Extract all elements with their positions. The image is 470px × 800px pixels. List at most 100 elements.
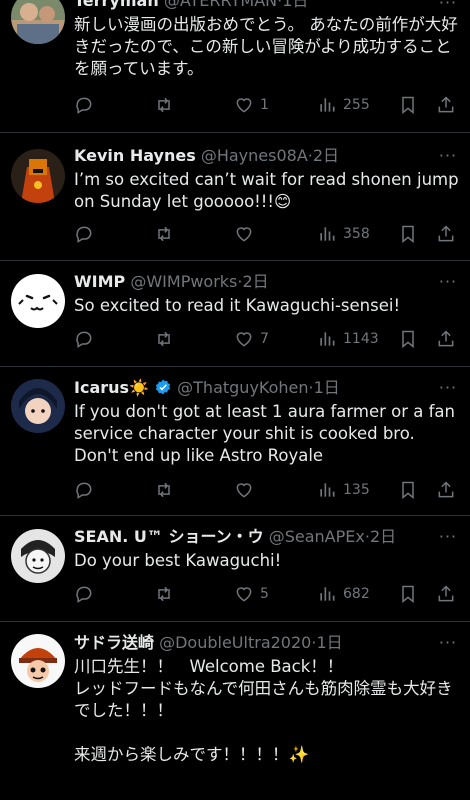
repost-button[interactable]	[154, 222, 180, 246]
view-count: 135	[343, 482, 370, 498]
reply-button[interactable]	[74, 93, 100, 117]
tweet[interactable]: Icarus☀️ @ThatguyKohen·1日 If you don't g…	[0, 367, 470, 516]
timestamp[interactable]: 2日	[313, 146, 339, 165]
share-button[interactable]	[436, 478, 456, 502]
action-bar: 7 1143	[74, 327, 458, 351]
reply-button[interactable]	[74, 327, 100, 351]
bookmark-button[interactable]	[398, 582, 418, 606]
timestamp[interactable]: 2日	[242, 272, 268, 291]
tweet-text: Do your best Kawaguchi!	[74, 551, 282, 570]
reply-button[interactable]	[74, 582, 100, 606]
like-icon	[236, 587, 252, 602]
timestamp[interactable]: 1日	[282, 0, 308, 10]
views-button[interactable]: 358	[317, 222, 370, 246]
tweet-text: 川口先生！！ Welcome Back！！ レッドフードもなんで何田さんも筋肉除…	[74, 657, 453, 764]
repost-icon	[158, 586, 170, 602]
share-button[interactable]	[436, 327, 456, 351]
share-button[interactable]	[436, 582, 456, 606]
repost-button[interactable]	[154, 582, 180, 606]
bookmark-button[interactable]	[398, 93, 418, 117]
views-icon	[320, 587, 335, 601]
like-button[interactable]	[234, 478, 260, 502]
timestamp[interactable]: 2日	[370, 527, 396, 546]
avatar[interactable]	[11, 0, 65, 44]
avatar[interactable]	[11, 274, 65, 328]
bookmark-icon	[402, 585, 414, 604]
more-icon[interactable]: ···	[438, 380, 458, 396]
views-button[interactable]: 1143	[317, 327, 379, 351]
repost-icon	[158, 226, 170, 242]
display-name[interactable]: Kevin Haynes	[74, 146, 196, 165]
tweet[interactable]: Terryman @ATERRYMAN·1日 新しい漫画の出版おめでとう。 あな…	[0, 0, 470, 133]
like-button[interactable]: 5	[234, 582, 269, 606]
display-name[interactable]: サドラ送崎	[74, 633, 154, 652]
bookmark-button[interactable]	[398, 327, 418, 351]
avatar[interactable]	[11, 379, 65, 433]
more-icon[interactable]: ···	[438, 148, 458, 164]
tweet-text: I’m so excited can’t wait for read shone…	[74, 170, 464, 211]
views-icon	[320, 332, 335, 346]
bookmark-icon	[402, 96, 414, 115]
like-button[interactable]: 1	[234, 93, 269, 117]
reply-icon	[76, 586, 92, 603]
views-button[interactable]: 255	[317, 93, 370, 117]
user-handle[interactable]: @WIMPworks	[130, 272, 237, 291]
repost-button[interactable]	[154, 327, 180, 351]
avatar[interactable]	[11, 529, 65, 583]
like-count: 7	[260, 331, 269, 347]
more-icon[interactable]: ···	[438, 635, 458, 651]
avatar[interactable]	[11, 634, 65, 688]
timestamp[interactable]: 1日	[316, 633, 342, 652]
display-name[interactable]: Icarus☀️	[74, 378, 149, 397]
repost-icon	[158, 331, 170, 347]
more-icon[interactable]: ···	[438, 0, 458, 11]
user-handle[interactable]: @ThatguyKohen	[177, 378, 308, 397]
user-handle[interactable]: @Haynes08A	[201, 146, 308, 165]
tweet[interactable]: WIMP @WIMPworks·2日 So excited to read it…	[0, 261, 470, 367]
bookmark-icon	[402, 481, 414, 500]
display-name[interactable]: WIMP	[74, 272, 125, 291]
share-icon	[438, 225, 454, 242]
display-name[interactable]: Terryman	[74, 0, 159, 10]
tweet-text: If you don't got at least 1 aura farmer …	[74, 402, 461, 465]
reply-button[interactable]	[74, 222, 100, 246]
bookmark-button[interactable]	[398, 222, 418, 246]
reply-icon	[76, 226, 92, 243]
verified-badge-icon	[156, 379, 171, 395]
user-handle[interactable]: @SeanAPEx	[269, 527, 365, 546]
repost-icon	[158, 97, 170, 113]
like-icon	[236, 98, 252, 113]
timestamp[interactable]: 1日	[314, 378, 340, 397]
user-handle[interactable]: @DoubleUltra2020	[159, 633, 311, 652]
share-icon	[438, 96, 454, 113]
repost-button[interactable]	[154, 93, 180, 117]
action-bar: 5 682	[74, 582, 458, 606]
display-name[interactable]: SEAN. U™ ショーン・ウ	[74, 527, 264, 546]
like-count: 5	[260, 586, 269, 602]
user-handle[interactable]: @ATERRYMAN	[164, 0, 277, 10]
reply-feed: Terryman @ATERRYMAN·1日 新しい漫画の出版おめでとう。 あな…	[0, 0, 470, 800]
like-icon	[236, 483, 252, 498]
view-count: 1143	[343, 331, 379, 347]
tweet[interactable]: サドラ送崎 @DoubleUltra2020·1日 川口先生！！ Welcome…	[0, 622, 470, 800]
reply-icon	[76, 331, 92, 348]
like-icon	[236, 227, 252, 242]
more-icon[interactable]: ···	[438, 274, 458, 290]
bookmark-button[interactable]	[398, 478, 418, 502]
views-icon	[320, 227, 335, 241]
tweet[interactable]: SEAN. U™ ショーン・ウ @SeanAPEx·2日 Do your bes…	[0, 516, 470, 622]
share-button[interactable]	[436, 222, 456, 246]
repost-button[interactable]	[154, 478, 180, 502]
action-bar: 1 255	[74, 93, 458, 117]
tweet[interactable]: Kevin Haynes @Haynes08A·2日 I’m so excite…	[0, 133, 470, 261]
bookmark-icon	[402, 330, 414, 349]
share-button[interactable]	[436, 93, 456, 117]
like-button[interactable]	[234, 222, 260, 246]
reply-button[interactable]	[74, 478, 100, 502]
more-icon[interactable]: ···	[438, 529, 458, 545]
views-button[interactable]: 682	[317, 582, 370, 606]
view-count: 255	[343, 97, 370, 113]
like-button[interactable]: 7	[234, 327, 269, 351]
avatar[interactable]	[11, 149, 65, 203]
views-button[interactable]: 135	[317, 478, 370, 502]
